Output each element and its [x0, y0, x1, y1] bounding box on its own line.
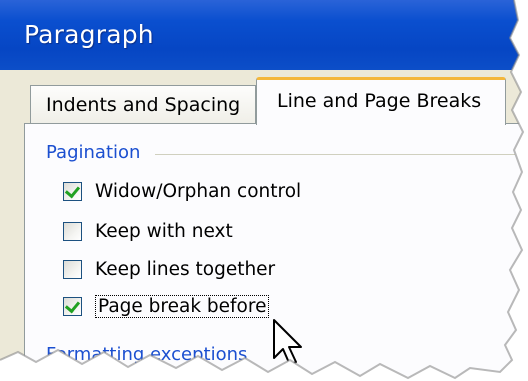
formatting-exceptions-group-label: Formatting exceptions [46, 344, 248, 365]
checkbox-box[interactable] [63, 221, 82, 241]
group-divider [155, 154, 515, 155]
window-title: Paragraph [24, 20, 154, 49]
keep-lines-together-checkbox[interactable]: Keep lines together [63, 256, 275, 282]
checkbox-box[interactable] [63, 181, 82, 201]
checkbox-label[interactable]: Keep lines together [95, 259, 275, 280]
tab-label: Indents and Spacing [46, 94, 241, 116]
pagination-group-label: Pagination [46, 142, 151, 163]
checkbox-label[interactable]: Keep with next [95, 221, 233, 242]
screenshot-stage: Paragraph Indents and Spacing Line and P… [0, 0, 528, 381]
keep-with-next-checkbox[interactable]: Keep with next [63, 218, 233, 244]
widow-orphan-control-checkbox[interactable]: Widow/Orphan control [63, 178, 301, 204]
tab-line-and-page-breaks[interactable]: Line and Page Breaks [256, 77, 506, 125]
checkmark-icon [64, 297, 81, 313]
checkbox-box[interactable] [63, 296, 82, 316]
page-break-before-checkbox[interactable]: Page break before [63, 293, 270, 319]
checkbox-label[interactable]: Page break before [95, 294, 270, 318]
checkmark-icon [64, 182, 81, 198]
tab-indents-and-spacing[interactable]: Indents and Spacing [30, 85, 256, 123]
tab-label: Line and Page Breaks [277, 90, 482, 112]
checkbox-box[interactable] [63, 259, 82, 279]
checkbox-label[interactable]: Widow/Orphan control [95, 181, 301, 202]
paragraph-dialog: Paragraph Indents and Spacing Line and P… [0, 0, 528, 381]
arrow-cursor-icon [273, 319, 302, 366]
title-bar[interactable]: Paragraph [0, 0, 528, 70]
